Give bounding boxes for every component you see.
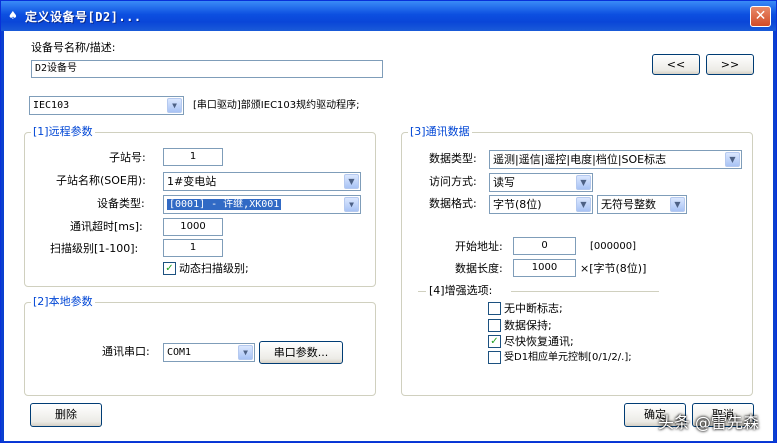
access-select[interactable]: 读写 ▼	[489, 173, 593, 192]
option-d1-control-checkbox[interactable]	[488, 351, 501, 364]
window-title: 定义设备号[D2]...	[25, 10, 142, 24]
device-type-label: 设备类型:	[97, 197, 145, 210]
station-no-label: 子站号:	[109, 151, 146, 164]
start-address-input[interactable]: 0	[513, 237, 576, 255]
option-d1-control-label: 受D1相应单元控制[0/1/2/.];	[504, 352, 632, 363]
data-length-label: 数据长度:	[455, 262, 503, 275]
format2-select[interactable]: 无符号整数 ▼	[597, 195, 687, 214]
station-name-label: 子站名称(SOE用):	[56, 174, 146, 187]
port-params-button[interactable]: 串口参数...	[259, 341, 343, 364]
scan-label: 扫描级别[1-100]:	[50, 242, 139, 255]
scan-input[interactable]: 1	[163, 239, 223, 257]
chevron-down-icon: ▼	[576, 175, 591, 190]
data-type-select[interactable]: 遥测|遥信|遥控|电度|档位|SOE标志 ▼	[489, 150, 742, 169]
chevron-down-icon: ▼	[167, 98, 182, 113]
remote-params-title: [1]远程参数	[31, 125, 95, 139]
chevron-down-icon: ▼	[344, 197, 359, 212]
chevron-down-icon: ▼	[725, 152, 740, 167]
device-desc-label: 设备号名称/描述:	[31, 41, 116, 54]
dynamic-scan-checkbox[interactable]: ✓	[163, 262, 176, 275]
station-name-select[interactable]: 1#变电站 ▼	[163, 172, 361, 191]
access-label: 访问方式:	[429, 175, 477, 188]
dialog-window: ♠ 定义设备号[D2]... ✕ 设备号名称/描述: D2设备号 << >> I…	[0, 0, 777, 443]
close-button[interactable]: ✕	[750, 6, 771, 27]
device-type-select[interactable]: [0001] - 许继,XK001 ▼	[163, 195, 361, 214]
option-fast-recovery-label: 尽快恢复通讯;	[504, 335, 574, 348]
format-label: 数据格式:	[429, 197, 477, 210]
driver-select[interactable]: IEC103 ▼	[29, 96, 184, 115]
device-icon: ♠	[8, 9, 18, 22]
option-fast-recovery-checkbox[interactable]: ✓	[488, 335, 501, 348]
enhance-title: [4]增强选项:	[429, 284, 493, 297]
option-no-interrupt-label: 无中断标志;	[504, 302, 563, 315]
option-data-hold-checkbox[interactable]	[488, 319, 501, 332]
start-address-label: 开始地址:	[455, 240, 503, 253]
format-select[interactable]: 字节(8位) ▼	[489, 195, 593, 214]
enhance-divider-right	[511, 291, 659, 292]
port-select[interactable]: COM1 ▼	[163, 343, 255, 362]
title-bar[interactable]: ♠ 定义设备号[D2]... ✕	[1, 1, 776, 31]
option-no-interrupt-checkbox[interactable]	[488, 302, 501, 315]
close-icon: ✕	[754, 8, 767, 24]
local-params-title: [2]本地参数	[31, 295, 95, 309]
driver-note: [串口驱动]部颁IEC103规约驱动程序;	[193, 100, 360, 111]
timeout-label: 通讯超时[ms]:	[70, 220, 143, 233]
dynamic-scan-label: 动态扫描级别;	[179, 262, 249, 275]
chevron-down-icon: ▼	[344, 174, 359, 189]
chevron-down-icon: ▼	[238, 345, 253, 360]
data-length-input[interactable]: 1000	[513, 259, 576, 277]
port-label: 通讯串口:	[102, 345, 150, 358]
comm-data-title: [3]通讯数据	[408, 125, 472, 139]
dialog-client: 设备号名称/描述: D2设备号 << >> IEC103 ▼ [串口驱动]部颁IE…	[4, 31, 773, 441]
start-address-hex: [000000]	[590, 241, 636, 252]
option-data-hold-label: 数据保持;	[504, 319, 552, 332]
prev-device-button[interactable]: <<	[652, 54, 700, 75]
enhance-divider-left	[418, 291, 426, 292]
device-desc-input[interactable]: D2设备号	[31, 60, 383, 78]
data-type-label: 数据类型:	[429, 152, 477, 165]
timeout-input[interactable]: 1000	[163, 218, 223, 236]
chevron-down-icon: ▼	[576, 197, 591, 212]
chevron-down-icon: ▼	[670, 197, 685, 212]
data-length-unit: ×[字节(8位)]	[580, 262, 647, 275]
delete-button[interactable]: 删除	[30, 403, 102, 427]
next-device-button[interactable]: >>	[706, 54, 754, 75]
station-no-input[interactable]: 1	[163, 148, 223, 166]
watermark-text: 头条 @雷先森	[657, 413, 759, 432]
